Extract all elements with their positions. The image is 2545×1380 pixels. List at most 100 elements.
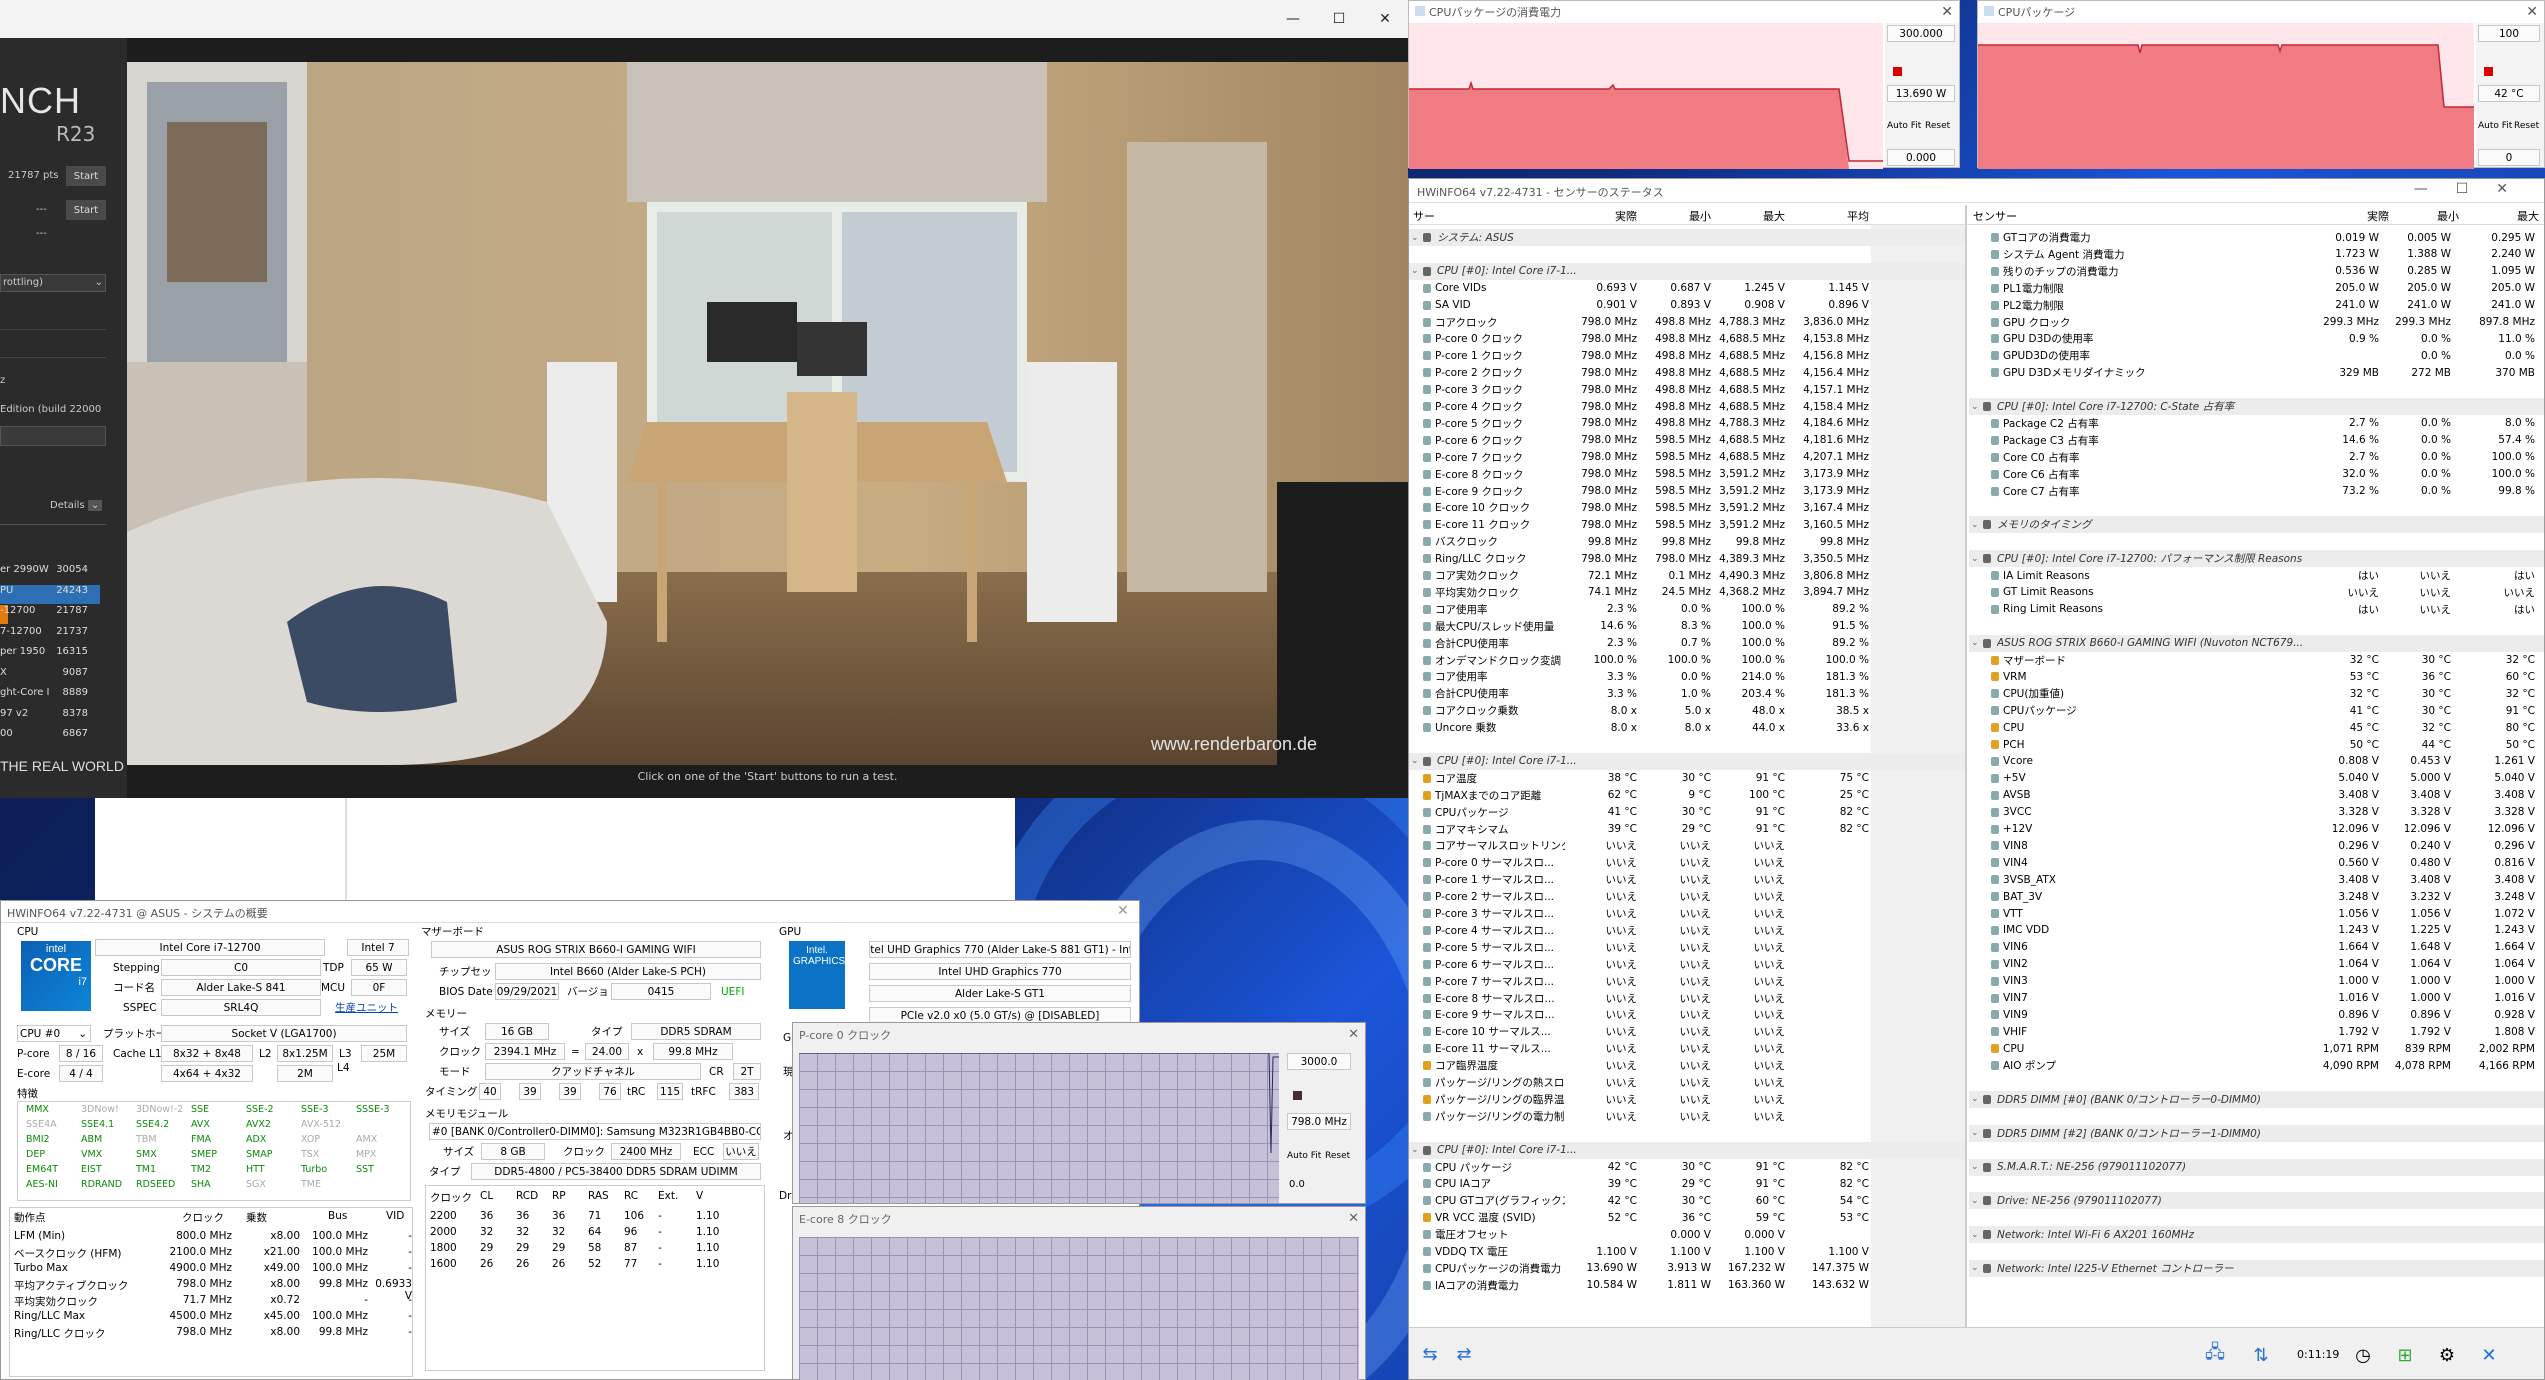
- sensor-group-header[interactable]: ⌄ CPU [#0]: Intel Core i7-1...: [1409, 1141, 1965, 1159]
- cpu-select[interactable]: CPU #0 ⌄: [17, 1025, 91, 1042]
- sensor-row[interactable]: 3VCC 3.328 V 3.328 V 3.328 V: [1969, 804, 2544, 821]
- sensor-row[interactable]: コア臨界温度 いいえ いいえ いいえ: [1409, 1057, 1965, 1074]
- sensor-group-header[interactable]: [1969, 1074, 2544, 1091]
- sensor-row[interactable]: P-core 5 サーマルスロ... いいえ いいえ いいえ: [1409, 939, 1965, 956]
- auto-fit-button[interactable]: Auto Fit: [1287, 1151, 1321, 1161]
- sensor-row[interactable]: CPU IAコア 39 °C 29 °C 91 °C 82 °C: [1409, 1175, 1965, 1192]
- sensor-row[interactable]: P-core 4 サーマルスロ... いいえ いいえ いいえ: [1409, 922, 1965, 939]
- sensor-row[interactable]: Ring Limit Reasons はい いいえ はい: [1969, 601, 2544, 618]
- sensor-row[interactable]: VHIF 1.792 V 1.792 V 1.808 V: [1969, 1023, 2544, 1040]
- sensor-row[interactable]: オンデマンドクロック変調 100.0 % 100.0 % 100.0 % 100.0 %: [1409, 652, 1965, 669]
- expand-icon[interactable]: ⌄: [1411, 1145, 1419, 1155]
- sensor-row[interactable]: VIN9 0.896 V 0.896 V 0.928 V: [1969, 1006, 2544, 1023]
- sensor-row[interactable]: Core C7 占有率 73.2 % 0.0 % 99.8 %: [1969, 483, 2544, 500]
- sensor-row[interactable]: CPUパッケージの消費電力 13.690 W 3.913 W 167.232 W 147…: [1409, 1260, 1965, 1277]
- close-icon[interactable]: ✕: [1348, 1211, 1359, 1226]
- sensor-row[interactable]: コアマキシマム 39 °C 29 °C 91 °C 82 °C: [1409, 821, 1965, 838]
- sync-icon[interactable]: ⇅: [2245, 1342, 2277, 1368]
- ranking-row[interactable]: X 9087: [0, 667, 100, 686]
- sensor-row[interactable]: Vcore 0.808 V 0.453 V 1.261 V: [1969, 753, 2544, 770]
- ranking-row[interactable]: 97 v2 8378: [0, 708, 100, 727]
- sensor-row[interactable]: CPU 1,071 RPM 839 RPM 2,002 RPM: [1969, 1040, 2544, 1057]
- sensor-row[interactable]: CPU パッケージ 42 °C 30 °C 91 °C 82 °C: [1409, 1159, 1965, 1176]
- sensor-group-header[interactable]: ⌄ システム: ASUS: [1409, 229, 1965, 246]
- sensor-group-header[interactable]: [1969, 499, 2544, 516]
- sensor-group-header[interactable]: [1409, 1125, 1965, 1142]
- sensor-row[interactable]: パッケージ/リングの電力制... いいえ いいえ いいえ: [1409, 1108, 1965, 1125]
- expand-icon[interactable]: ⌄: [1971, 1128, 1979, 1138]
- sensor-row[interactable]: +12V 12.096 V 12.096 V 12.096 V: [1969, 821, 2544, 838]
- sensor-row[interactable]: P-core 2 クロック 798.0 MHz 498.8 MHz 4,688.5 M…: [1409, 364, 1965, 381]
- close-icon[interactable]: ✕: [1348, 1027, 1359, 1042]
- sensor-row[interactable]: コア温度 38 °C 30 °C 91 °C 75 °C: [1409, 770, 1965, 787]
- sensor-group-header[interactable]: ⌄ S.M.A.R.T.: NE-256 (979011102077): [1969, 1158, 2544, 1176]
- sensor-row[interactable]: E-core 8 サーマルスロ... いいえ いいえ いいえ: [1409, 990, 1965, 1007]
- close-icon[interactable]: ✕: [1362, 0, 1408, 38]
- sensor-row[interactable]: パッケージ/リングの臨界温度 いいえ いいえ いいえ: [1409, 1091, 1965, 1108]
- sensor-row[interactable]: バスクロック 99.8 MHz 99.8 MHz 99.8 MHz 99.8 MHz: [1409, 533, 1965, 550]
- sensor-row[interactable]: コア実効クロック 72.1 MHz 0.1 MHz 4,490.3 MHz 3,806.…: [1409, 567, 1965, 584]
- sensor-group-header[interactable]: [1409, 736, 1965, 753]
- sensor-row[interactable]: VDDQ TX 電圧 1.100 V 1.100 V 1.100 V 1.100 V: [1409, 1243, 1965, 1260]
- sensor-group-header[interactable]: ⌄ Network: Intel Wi-Fi 6 AX201 160MHz: [1969, 1226, 2544, 1244]
- sensor-row[interactable]: BAT_3V 3.248 V 3.232 V 3.248 V: [1969, 888, 2544, 905]
- sensor-row[interactable]: 平均実効クロック 74.1 MHz 24.5 MHz 4,368.2 MHz 3,894…: [1409, 584, 1965, 601]
- close-icon[interactable]: ✕: [2526, 4, 2538, 20]
- expand-icon[interactable]: ⌄: [1971, 402, 1979, 412]
- sensor-row[interactable]: GT Limit Reasons いいえ いいえ いいえ: [1969, 584, 2544, 601]
- sensor-row[interactable]: TjMAXまでのコア距離 62 °C 9 °C 100 °C 25 °C: [1409, 787, 1965, 804]
- sensor-row[interactable]: P-core 3 サーマルスロ... いいえ いいえ いいえ: [1409, 905, 1965, 922]
- sensor-row[interactable]: GPU D3Dメモリダイナミック 329 MB 272 MB 370 MB: [1969, 364, 2544, 381]
- expand-icon[interactable]: ⌄: [1411, 266, 1419, 276]
- sensor-row[interactable]: IAコアの消費電力 10.584 W 1.811 W 163.360 W 143.632…: [1409, 1277, 1965, 1294]
- auto-fit-button[interactable]: Auto Fit: [1887, 121, 1921, 131]
- sensor-group-header[interactable]: [1969, 1243, 2544, 1260]
- sensor-row[interactable]: E-core 10 サーマルス... いいえ いいえ いいえ: [1409, 1023, 1965, 1040]
- sensor-row[interactable]: IA Limit Reasons はい いいえ はい: [1969, 567, 2544, 584]
- window-controls[interactable]: —☐✕: [2414, 181, 2536, 197]
- sensor-row[interactable]: PL1電力制限 205.0 W 205.0 W 205.0 W: [1969, 280, 2544, 297]
- sensor-row[interactable]: VIN6 1.664 V 1.648 V 1.664 V: [1969, 939, 2544, 956]
- sensor-row[interactable]: パッケージ/リングの熱スロ... いいえ いいえ いいえ: [1409, 1074, 1965, 1091]
- clock-icon[interactable]: ◷: [2347, 1342, 2379, 1368]
- sensor-row[interactable]: CPU(加重値) 32 °C 30 °C 32 °C: [1969, 685, 2544, 702]
- sensor-row[interactable]: SA VID 0.901 V 0.893 V 0.908 V 0.896 V: [1409, 297, 1965, 314]
- sensor-row[interactable]: P-core 7 サーマルスロ... いいえ いいえ いいえ: [1409, 973, 1965, 990]
- sensor-row[interactable]: Uncore 乗数 8.0 x 8.0 x 44.0 x 33.6 x: [1409, 719, 1965, 736]
- sensor-row[interactable]: PL2電力制限 241.0 W 241.0 W 241.0 W: [1969, 297, 2544, 314]
- nav-back-icon[interactable]: ⇆: [1415, 1342, 1445, 1366]
- sensor-row[interactable]: P-core 2 サーマルスロ... いいえ いいえ いいえ: [1409, 888, 1965, 905]
- expand-icon[interactable]: ⌄: [1411, 233, 1419, 243]
- sensor-row[interactable]: コアクロック乗数 8.0 x 5.0 x 48.0 x 38.5 x: [1409, 702, 1965, 719]
- sensor-row[interactable]: P-core 5 クロック 798.0 MHz 498.8 MHz 4,788.3 M…: [1409, 415, 1965, 432]
- sensor-row[interactable]: VR VCC 温度 (SVID) 52 °C 36 °C 59 °C 53 °C: [1409, 1209, 1965, 1226]
- sensor-group-header[interactable]: [1969, 1142, 2544, 1159]
- expand-icon[interactable]: ⌄: [1971, 520, 1979, 530]
- ranking-row[interactable]: per 1950 16315: [0, 646, 100, 665]
- sensor-group-header[interactable]: ⌄ CPU [#0]: Intel Core i7-12700: C-State …: [1969, 398, 2544, 415]
- sensor-row[interactable]: E-core 11 クロック 798.0 MHz 598.5 MHz 3,591.2 …: [1409, 516, 1965, 533]
- sensor-group-header[interactable]: [1409, 246, 1965, 263]
- production-unit-link[interactable]: 生産ユニット: [335, 999, 398, 1016]
- sensor-group-header[interactable]: [1969, 1175, 2544, 1192]
- sensor-row[interactable]: Package C2 占有率 2.7 % 0.0 % 8.0 %: [1969, 415, 2544, 432]
- sensor-row[interactable]: GPU クロック 299.3 MHz 299.3 MHz 897.8 MHz: [1969, 314, 2544, 331]
- sensor-row[interactable]: P-core 6 クロック 798.0 MHz 598.5 MHz 4,688.5 M…: [1409, 432, 1965, 449]
- expand-icon[interactable]: ⌄: [1971, 554, 1979, 564]
- sensor-row[interactable]: VIN7 1.016 V 1.000 V 1.016 V: [1969, 990, 2544, 1007]
- sensor-row[interactable]: マザーボード 32 °C 30 °C 32 °C: [1969, 652, 2544, 669]
- minimize-icon[interactable]: —: [1270, 0, 1316, 38]
- sensor-row[interactable]: Ring/LLC クロック 798.0 MHz 798.0 MHz 4,389.3 M…: [1409, 550, 1965, 567]
- sensor-row[interactable]: AVSB 3.408 V 3.408 V 3.408 V: [1969, 787, 2544, 804]
- sensor-group-header[interactable]: [1969, 1108, 2544, 1125]
- sensor-row[interactable]: VIN3 1.000 V 1.000 V 1.000 V: [1969, 973, 2544, 990]
- sensor-row[interactable]: CPUパッケージ 41 °C 30 °C 91 °C 82 °C: [1409, 804, 1965, 821]
- sensor-row[interactable]: GTコアの消費電力 0.019 W 0.005 W 0.295 W: [1969, 229, 2544, 246]
- sensor-row[interactable]: Core VIDs 0.693 V 0.687 V 1.245 V 1.145 V: [1409, 280, 1965, 297]
- sensor-group-header[interactable]: [1969, 381, 2544, 398]
- sensor-group-header[interactable]: ⌄ CPU [#0]: Intel Core i7-1...: [1409, 262, 1965, 280]
- sensor-row[interactable]: VIN2 1.064 V 1.064 V 1.064 V: [1969, 956, 2544, 973]
- sensor-group-header[interactable]: [1969, 1209, 2544, 1226]
- add-icon[interactable]: ⊞: [2389, 1342, 2421, 1368]
- sensor-row[interactable]: Core C6 占有率 32.0 % 0.0 % 100.0 %: [1969, 466, 2544, 483]
